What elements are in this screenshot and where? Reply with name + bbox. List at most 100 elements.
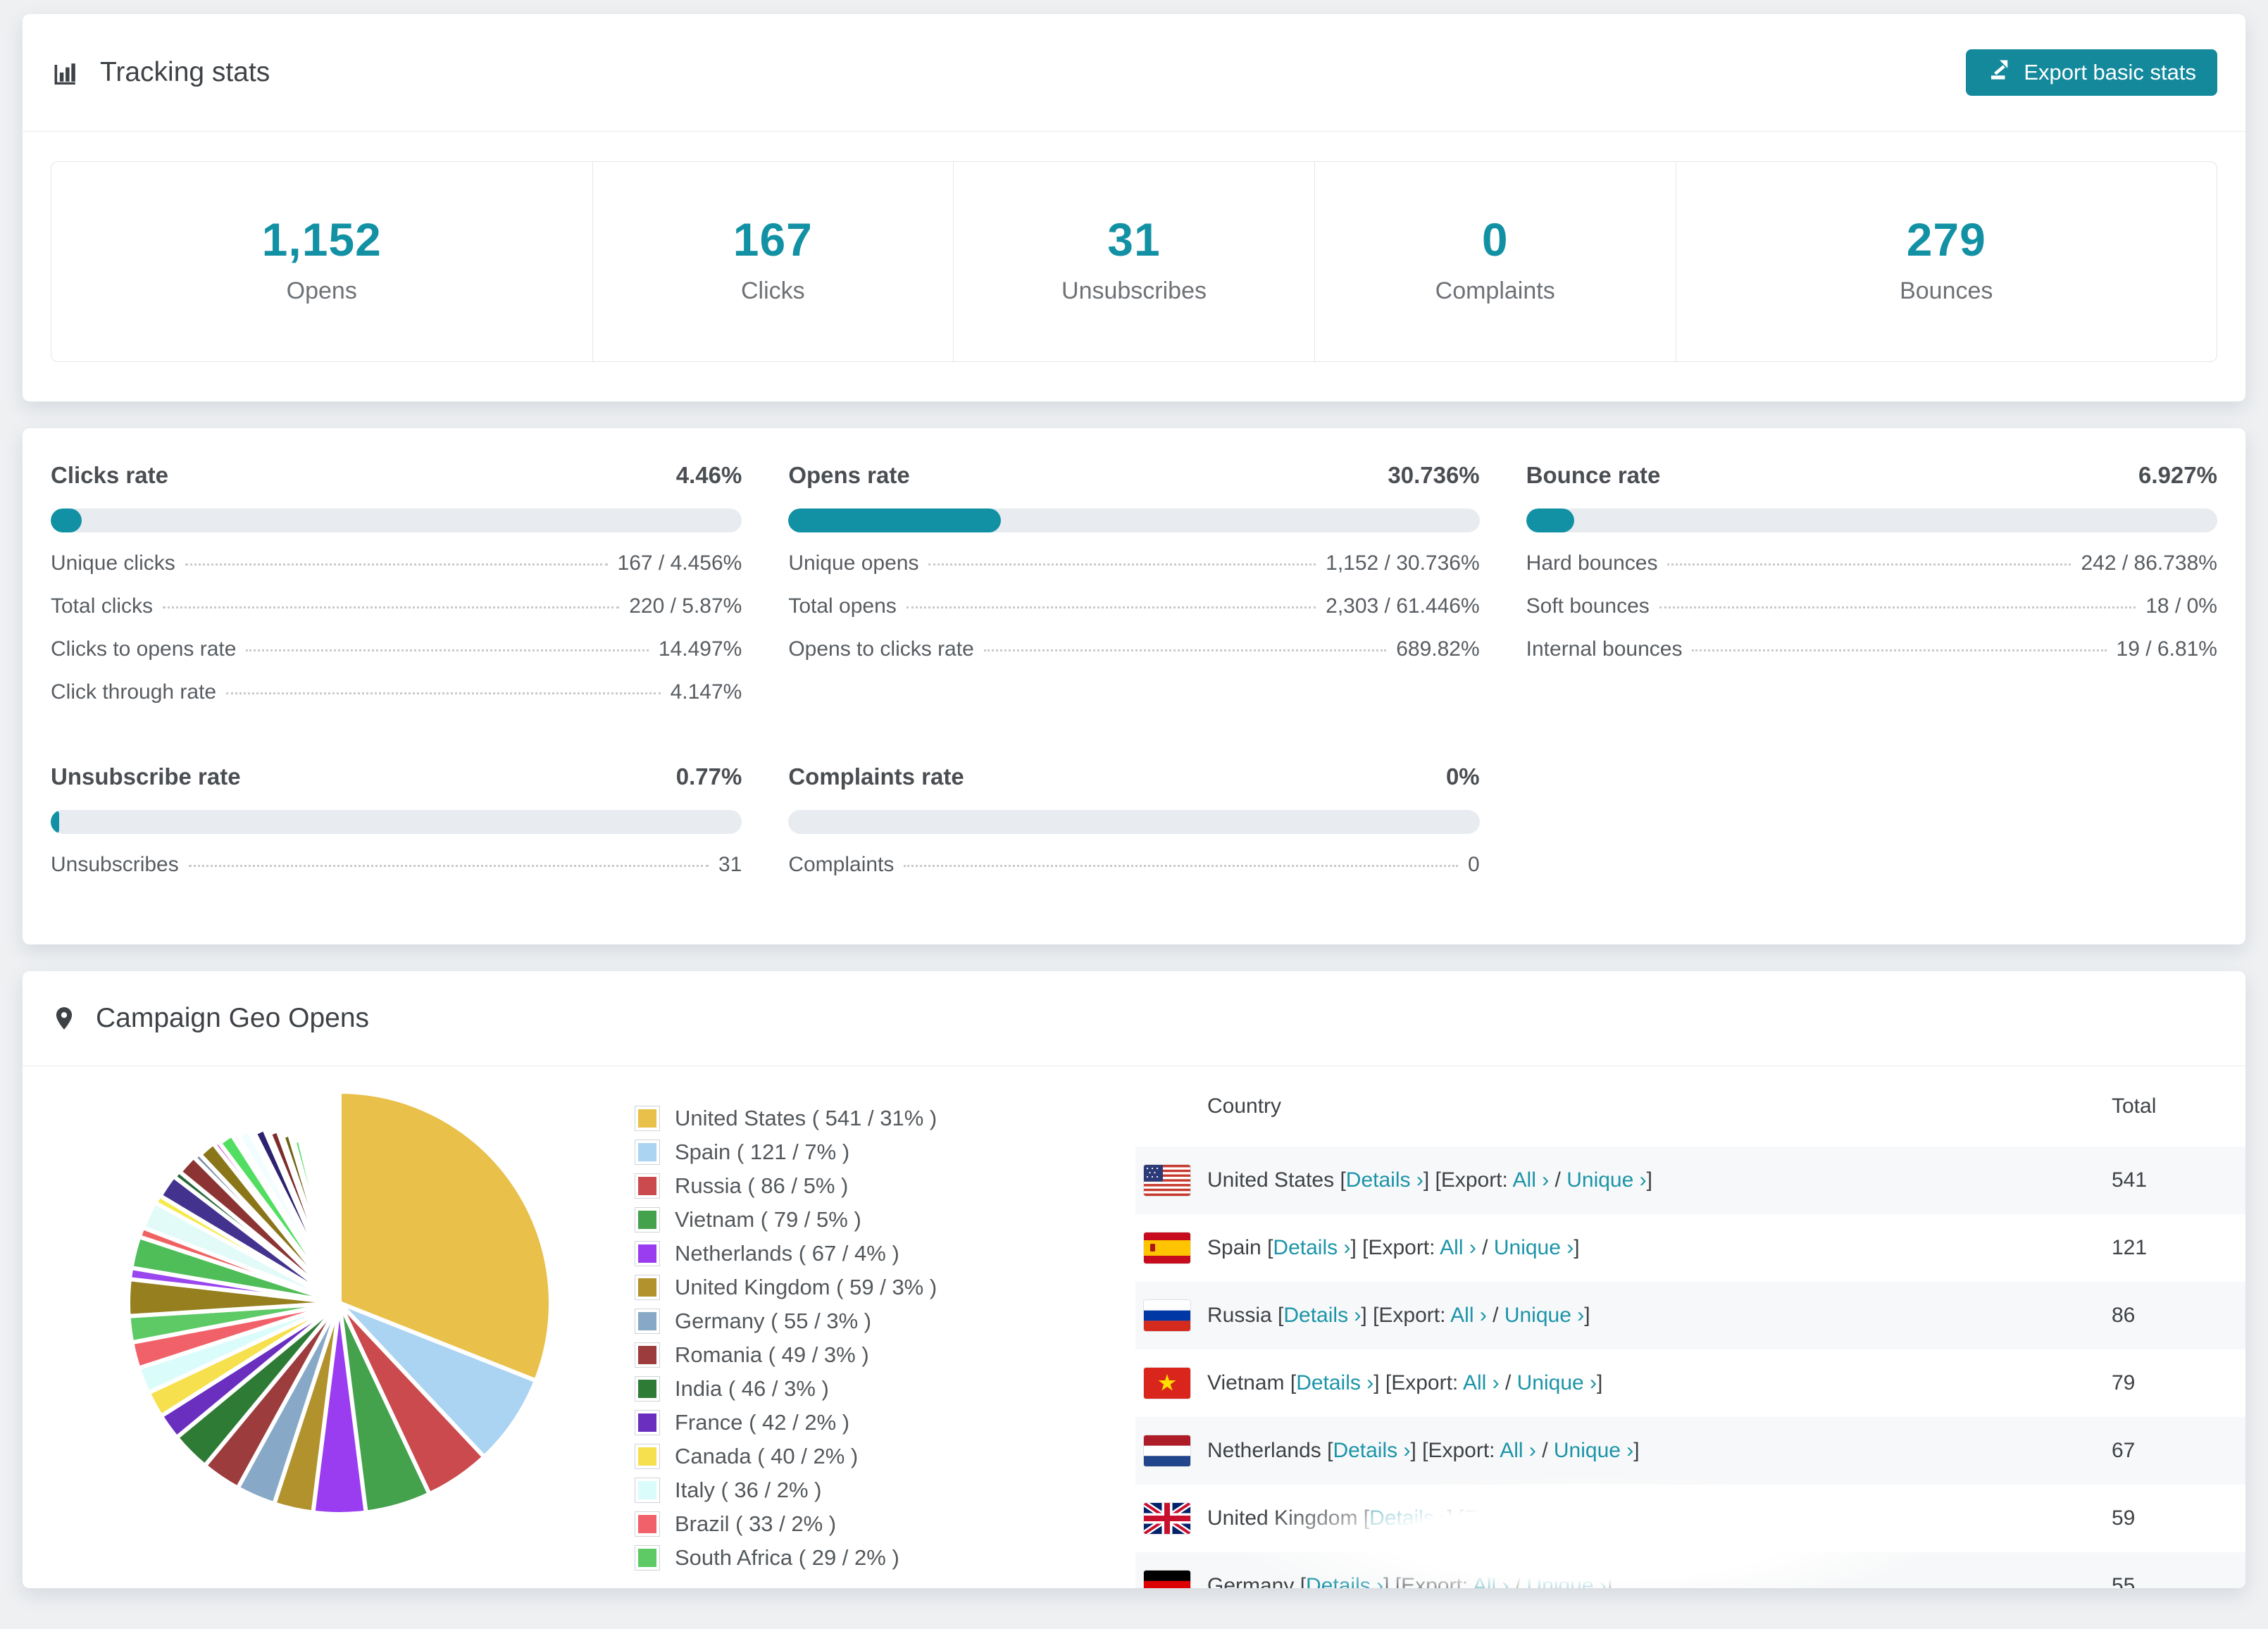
legend-swatch [635, 1140, 659, 1164]
rate-title: Unsubscribe rate [51, 763, 241, 790]
export-all-link[interactable]: All › [1536, 1506, 1573, 1530]
export-unique-link[interactable]: Unique › [1590, 1506, 1670, 1530]
rate-item-click-through-rate: Click through rate4.147% [51, 680, 742, 704]
geo-table: Country Total United States [Details ›] … [1135, 1066, 2245, 1588]
export-all-link[interactable]: All › [1450, 1304, 1487, 1327]
dotted-leader [189, 865, 709, 867]
export-all-link[interactable]: All › [1500, 1439, 1536, 1462]
details-link[interactable]: Details › [1306, 1574, 1383, 1588]
country-cell-content: United Kingdom [Details ›] [Export: All … [1135, 1503, 2112, 1534]
export-basic-stats-label: Export basic stats [2024, 60, 2196, 85]
rate-panel-unsubscribe-rate: Unsubscribe rate 0.77% Unsubscribes31 [51, 763, 742, 877]
details-link[interactable]: Details › [1273, 1236, 1350, 1259]
details-link[interactable]: Details › [1369, 1506, 1447, 1530]
export-all-link[interactable]: All › [1473, 1574, 1509, 1588]
rate-panel-bounce-rate: Bounce rate6.927% Hard bounces 242 / 86.73… [1526, 462, 2217, 704]
rate-panel-header: Clicks rate4.46% [51, 462, 742, 489]
total-cell: 55 [2112, 1552, 2245, 1588]
summary-stat-opens: 1,152Opens [51, 162, 592, 361]
progress-bar-fill [51, 508, 82, 532]
country-column-header: Country [1135, 1066, 2112, 1147]
legend-label: Canada ( 40 / 2% ) [675, 1444, 858, 1469]
ru-flag-icon [1144, 1300, 1190, 1331]
tracking-stats-header: Tracking stats Export basic stats [23, 14, 2245, 132]
dotted-leader [1692, 649, 2106, 651]
legend-swatch [635, 1106, 659, 1130]
legend-item: South Africa ( 29 / 2% ) [635, 1545, 1072, 1571]
total-cell: 67 [2112, 1417, 2245, 1485]
rate-items: Unsubscribes31 [51, 853, 742, 877]
gb-flag-icon [1144, 1503, 1190, 1534]
country-text: Russia [Details ›] [Export: All › / Uniq… [1207, 1304, 1590, 1328]
page-title: Tracking stats [51, 57, 270, 88]
export-icon [1987, 57, 2012, 88]
export-all-link[interactable]: All › [1440, 1236, 1476, 1259]
legend-label: Vietnam ( 79 / 5% ) [675, 1207, 861, 1232]
rate-panel-header: Complaints rate0% [788, 763, 1479, 790]
rate-items: Complaints0 [788, 853, 1479, 877]
stat-label: Clicks [593, 277, 954, 305]
country-text: Spain [Details ›] [Export: All › / Uniqu… [1207, 1236, 1580, 1260]
country-text: Germany [Details ›] [Export: All › / Uni… [1207, 1574, 1612, 1588]
legend-label: Netherlands ( 67 / 4% ) [675, 1241, 899, 1266]
legend-swatch [635, 1512, 659, 1536]
dotted-leader [984, 649, 1386, 651]
export-unique-link[interactable]: Unique › [1554, 1439, 1633, 1462]
rate-panel-clicks-rate: Clicks rate4.46% Unique clicks167 / 4.456… [51, 462, 742, 704]
export-basic-stats-button[interactable]: Export basic stats [1966, 49, 2217, 96]
rate-item-internal-bounces: Internal bounces19 / 6.81% [1526, 637, 2217, 661]
geo-table-row-netherlands: Netherlands [Details ›] [Export: All › /… [1135, 1417, 2245, 1485]
country-cell-content: Vietnam [Details ›] [Export: All › / Uni… [1135, 1368, 2112, 1399]
geo-legend: United States ( 541 / 31% )Spain ( 121 /… [635, 1106, 1072, 1579]
rate-item-value: 1,152 / 30.736% [1326, 551, 1480, 575]
rate-item-value: 14.497% [659, 637, 742, 661]
rate-item-label: Total opens [788, 594, 896, 618]
total-cell: 541 [2112, 1147, 2245, 1214]
export-unique-link[interactable]: Unique › [1517, 1371, 1597, 1394]
rate-value: 0.77% [676, 763, 742, 790]
export-all-link[interactable]: All › [1513, 1168, 1550, 1192]
details-link[interactable]: Details › [1296, 1371, 1373, 1394]
country-cell: Spain [Details ›] [Export: All › / Uniqu… [1135, 1214, 2112, 1282]
rate-panel-header: Bounce rate6.927% [1526, 462, 2217, 489]
legend-item: United Kingdom ( 59 / 3% ) [635, 1275, 1072, 1300]
export-unique-link[interactable]: Unique › [1566, 1168, 1646, 1192]
stat-value: 31 [954, 213, 1314, 266]
rate-value: 0% [1446, 763, 1480, 790]
export-unique-link[interactable]: Unique › [1504, 1304, 1584, 1327]
total-cell: 121 [2112, 1214, 2245, 1282]
rate-item-unique-clicks: Unique clicks167 / 4.456% [51, 551, 742, 575]
total-cell: 86 [2112, 1282, 2245, 1349]
stat-value: 279 [1676, 213, 2217, 266]
details-link[interactable]: Details › [1346, 1168, 1423, 1192]
total-column-header: Total [2112, 1066, 2245, 1147]
legend-label: Germany ( 55 / 3% ) [675, 1309, 871, 1334]
details-link[interactable]: Details › [1283, 1304, 1361, 1327]
country-cell-content: Germany [Details ›] [Export: All › / Uni… [1135, 1571, 2112, 1588]
export-unique-link[interactable]: Unique › [1527, 1574, 1607, 1588]
country-cell: Germany [Details ›] [Export: All › / Uni… [1135, 1552, 2112, 1588]
legend-item: Brazil ( 33 / 2% ) [635, 1511, 1072, 1537]
rate-item-label: Unique clicks [51, 551, 175, 575]
details-link[interactable]: Details › [1333, 1439, 1410, 1462]
total-cell: 59 [2112, 1485, 2245, 1552]
country-cell: United Kingdom [Details ›] [Export: All … [1135, 1485, 2112, 1552]
rate-title: Opens rate [788, 462, 909, 489]
country-cell-content: United States [Details ›] [Export: All ›… [1135, 1165, 2112, 1196]
dotted-leader [906, 606, 1316, 608]
country-cell-content: Spain [Details ›] [Export: All › / Uniqu… [1135, 1232, 2112, 1263]
legend-item: Romania ( 49 / 3% ) [635, 1342, 1072, 1368]
legend-item: Russia ( 86 / 5% ) [635, 1173, 1072, 1199]
rate-item-total-clicks: Total clicks220 / 5.87% [51, 594, 742, 618]
legend-swatch [635, 1275, 659, 1299]
rate-item-label: Hard bounces [1526, 551, 1658, 575]
legend-item: Italy ( 36 / 2% ) [635, 1478, 1072, 1503]
legend-item: Netherlands ( 67 / 4% ) [635, 1241, 1072, 1266]
rate-item-value: 2,303 / 61.446% [1326, 594, 1480, 618]
export-all-link[interactable]: All › [1463, 1371, 1500, 1394]
progress-bar-fill [51, 810, 59, 834]
export-unique-link[interactable]: Unique › [1494, 1236, 1574, 1259]
us-flag-icon [1144, 1165, 1190, 1196]
legend-label: Russia ( 86 / 5% ) [675, 1173, 848, 1199]
rate-item-value: 242 / 86.738% [2081, 551, 2217, 575]
